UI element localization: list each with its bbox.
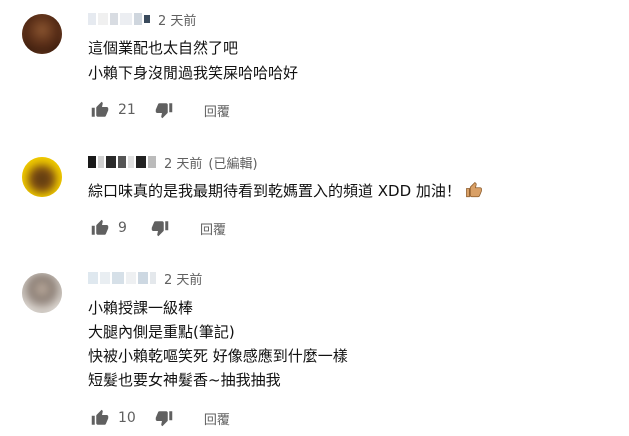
comment-text-line: 短髮也要女神髮香~抽我抽我 bbox=[88, 371, 281, 389]
comment-text-line: 小賴授課一級棒 bbox=[88, 299, 194, 317]
like-count: 21 bbox=[118, 102, 136, 118]
avatar[interactable] bbox=[22, 157, 62, 197]
avatar[interactable] bbox=[22, 14, 62, 54]
comment-text-line: 綜口味真的是我最期待看到乾媽置入的頻道 XDD 加油！ bbox=[88, 179, 483, 206]
edited-label: (已編輯) bbox=[208, 156, 258, 172]
like-count: 9 bbox=[118, 220, 127, 236]
reply-button[interactable]: 回覆 bbox=[200, 219, 226, 238]
avatar[interactable] bbox=[22, 273, 62, 313]
thumbs-down-icon[interactable] bbox=[152, 98, 176, 122]
thumbs-up-emoji-icon bbox=[465, 181, 483, 206]
thumbs-up-icon[interactable] bbox=[88, 98, 112, 122]
comment-timestamp[interactable]: 2 天前 bbox=[158, 10, 196, 29]
comment-text-line: 這個業配也太自然了吧 bbox=[88, 39, 239, 57]
thumbs-up-icon[interactable] bbox=[88, 216, 112, 240]
comment-text-line: 大腿內側是重點(筆記) bbox=[88, 323, 235, 341]
thumbs-up-icon[interactable] bbox=[88, 406, 112, 430]
comment-text: 綜口味真的是我最期待看到乾媽置入的頻道 XDD 加油！ bbox=[88, 182, 461, 200]
comment-text-line: 小賴下身沒閒過我笑屎哈哈哈好 bbox=[88, 64, 299, 82]
thumbs-down-icon[interactable] bbox=[148, 216, 172, 240]
author-name-pixelated[interactable] bbox=[88, 12, 152, 26]
comment-timestamp[interactable]: 2 天前 bbox=[164, 153, 202, 172]
like-count: 10 bbox=[118, 410, 136, 426]
thumbs-down-icon[interactable] bbox=[152, 406, 176, 430]
reply-button[interactable]: 回覆 bbox=[204, 409, 230, 428]
reply-button[interactable]: 回覆 bbox=[204, 101, 230, 120]
author-name-pixelated[interactable] bbox=[88, 271, 158, 285]
comment-timestamp[interactable]: 2 天前 bbox=[164, 269, 202, 288]
comment-text-line: 快被小賴乾嘔笑死 好像感應到什麼一樣 bbox=[88, 347, 348, 365]
author-name-pixelated[interactable] bbox=[88, 155, 158, 169]
